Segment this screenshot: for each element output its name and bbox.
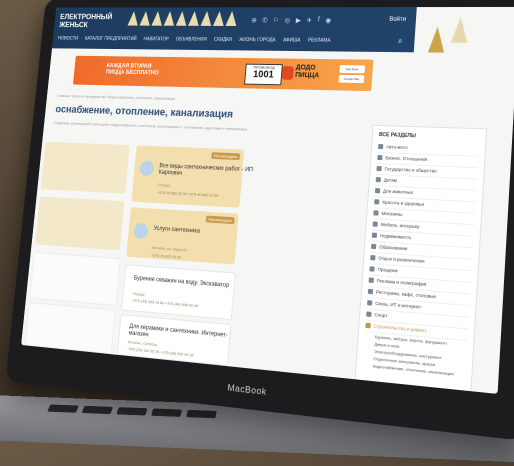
breadcrumb[interactable]: Главная / Каталог предприятий / Водоснаб… xyxy=(57,93,176,101)
social-icon[interactable]: ▶ xyxy=(296,17,302,25)
nav-item[interactable]: Реклама xyxy=(308,38,331,44)
page-title: оснабжение, отопление, канализация xyxy=(54,104,234,121)
company-card[interactable]: Рекомендуем Все виды сантехнических рабо… xyxy=(131,145,253,208)
app-store-badges: App Store Google Play xyxy=(338,65,366,85)
login-link[interactable]: Войти xyxy=(389,17,406,23)
page-intro: Подборка организаций в категории «водосн… xyxy=(53,120,249,132)
recommended-badge: Рекомендуем xyxy=(205,215,235,225)
decor-trees xyxy=(127,11,238,26)
company-name[interactable]: Бурение скважин на воду. Экскаватор xyxy=(133,276,233,291)
google-play-badge[interactable]: Google Play xyxy=(338,74,365,84)
nav-item[interactable]: Навигатор xyxy=(143,37,169,43)
social-icon[interactable]: ✆ xyxy=(262,17,268,25)
nav-item[interactable]: Скидки xyxy=(214,37,233,43)
laptop: ЕЛЕКТРОННЫЙ ЖЕНЬСК ⊕ ✆ ⚐ ◎ ▶ ✈ f ◉ Войти… xyxy=(5,0,514,441)
company-phones: +375 (33) 312 92 91 +375 (33) 392 92 92 xyxy=(127,346,194,358)
dodo-logo-icon xyxy=(281,66,294,80)
company-phones: +375 29 682 22 00 +375 44 682 22 00 xyxy=(156,189,219,198)
social-icon[interactable]: ⊕ xyxy=(251,17,257,25)
social-icon[interactable]: ⚐ xyxy=(273,17,279,25)
social-icon[interactable]: ✈ xyxy=(306,17,312,25)
site-logo[interactable]: ЕЛЕКТРОННЫЙ ЖЕНЬСК xyxy=(59,13,119,29)
company-name[interactable]: Услуги сантехника xyxy=(153,226,254,239)
social-links: ⊕ ✆ ⚐ ◎ ▶ ✈ f ◉ xyxy=(251,17,331,25)
promo-code-box: ПРОМОКОД 1001 xyxy=(244,63,283,86)
social-icon[interactable]: ◉ xyxy=(325,17,331,25)
logo-line1: ЕЛЕКТРОННЫЙ xyxy=(59,12,113,21)
social-icon[interactable]: ◎ xyxy=(284,17,290,25)
ad-banner[interactable]: КАЖДАЯ ВТОРАЯ ПИЦЦА БЕСПЛАТНО ПРОМОКОД 10… xyxy=(72,55,374,92)
company-name[interactable]: Все виды сантехнических работ - ИП Карпо… xyxy=(158,163,259,181)
company-card[interactable]: Бурение скважин на воду. Экскаватор Огра… xyxy=(121,264,236,321)
company-phones: +375 29 622 22 22 xyxy=(150,252,182,260)
recommended-badge: Рекомендуем xyxy=(211,152,241,161)
company-card[interactable] xyxy=(34,196,125,251)
company-card[interactable] xyxy=(29,251,121,306)
app-store-badge[interactable]: App Store xyxy=(339,65,366,74)
macbook-label: MacBook xyxy=(227,382,268,397)
social-icon[interactable]: f xyxy=(318,17,320,25)
brand-name: ДОДО ПИЦЦА xyxy=(294,64,320,80)
nav-item[interactable]: Жизнь города xyxy=(239,37,276,43)
company-address: Ограда xyxy=(132,290,145,297)
browser-screen: ЕЛЕКТРОННЫЙ ЖЕНЬСК ⊕ ✆ ⚐ ◎ ▶ ✈ f ◉ Войти… xyxy=(21,6,514,394)
company-card[interactable]: Рекомендуем Услуги сантехника Жлобин, ул… xyxy=(126,207,239,265)
sections-sidebar: ВСЕ РАЗДЕЛЫ Авто-мото Бизнес. Отношения … xyxy=(353,124,488,394)
nav-item[interactable]: Новости xyxy=(58,36,79,42)
main-nav: Новости Каталог предприятий Навигатор Об… xyxy=(58,36,331,44)
banner-text: КАЖДАЯ ВТОРАЯ ПИЦЦА БЕСПЛАТНО xyxy=(105,63,159,77)
company-card[interactable] xyxy=(24,302,116,355)
company-logo-icon xyxy=(133,222,149,239)
xmas-decoration xyxy=(410,6,514,99)
company-card[interactable] xyxy=(40,141,130,194)
nav-item[interactable]: Каталог предприятий xyxy=(84,36,136,42)
company-logo-icon xyxy=(139,160,155,177)
company-phones: +375 (33) 333 19 80 +375 (44) 908 09 28 xyxy=(131,297,199,309)
company-address: Ограда xyxy=(157,182,170,188)
nav-item[interactable]: Афиша xyxy=(283,38,301,44)
logo-line2: ЖЕНЬСК xyxy=(58,20,89,29)
company-address: Жлобин, ул. Мира 21 xyxy=(151,245,188,253)
nav-item[interactable]: Объявления xyxy=(175,37,207,43)
search-icon[interactable]: ⌕ xyxy=(398,36,403,46)
